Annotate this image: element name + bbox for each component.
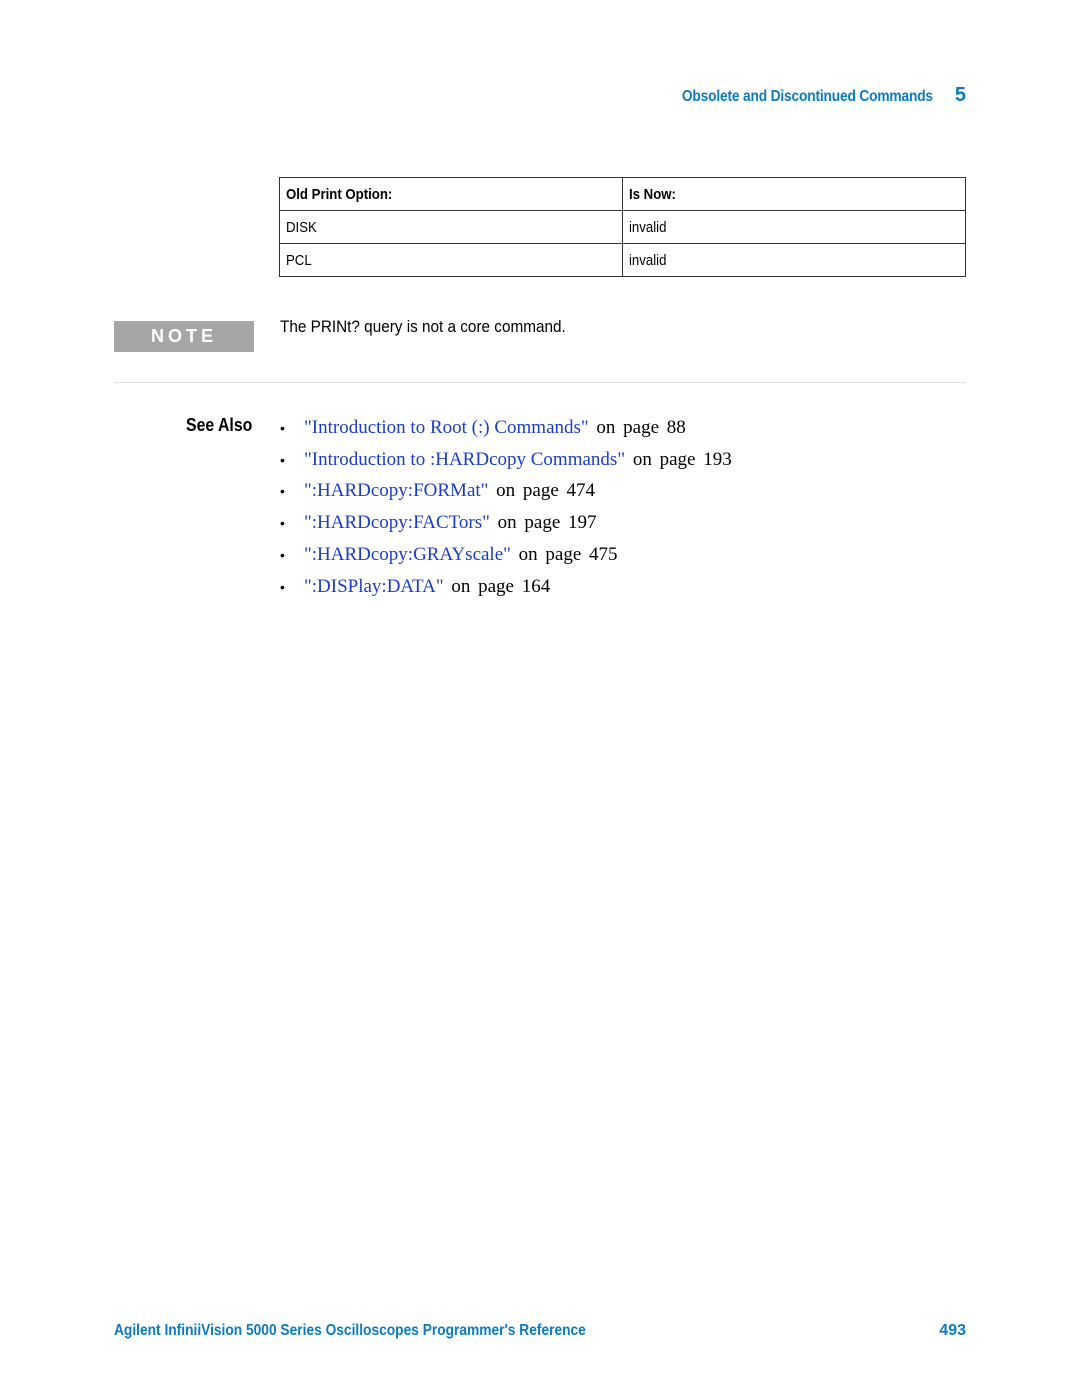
- see-also-link[interactable]: "Introduction to Root (:) Commands": [304, 417, 589, 439]
- see-also-list: • "Introduction to Root (:) Commands" on …: [280, 412, 732, 603]
- bullet-icon: •: [280, 483, 285, 500]
- page-reference: on page 193: [625, 448, 732, 470]
- list-item: • "Introduction to :HARDcopy Commands" on…: [280, 444, 732, 476]
- page-reference: on page 475: [510, 544, 618, 566]
- page-reference: on page 164: [443, 575, 551, 597]
- list-item: • ":HARDcopy:FORMat" on page 474: [280, 476, 732, 508]
- table-row: PCL invalid: [279, 243, 966, 277]
- page-number: 493: [939, 1322, 966, 1339]
- see-also-link[interactable]: "Introduction to :HARDcopy Commands": [304, 449, 625, 471]
- column-header: Is Now:: [622, 177, 966, 211]
- divider: [114, 382, 966, 383]
- bullet-icon: •: [280, 419, 285, 436]
- chapter-number: 5: [954, 84, 966, 106]
- see-also-link[interactable]: ":HARDcopy:FACTors": [304, 512, 490, 534]
- see-also-link[interactable]: ":HARDcopy:FORMat": [304, 480, 488, 502]
- column-header: Old Print Option:: [279, 177, 623, 211]
- list-item: • ":DISPlay:DATA" on page 164: [280, 571, 732, 603]
- page-reference: on page 197: [489, 512, 597, 534]
- table-cell: DISK: [279, 210, 623, 244]
- see-also-label: See Also: [186, 415, 253, 435]
- table-row: DISK invalid: [279, 210, 966, 244]
- bullet-icon: •: [280, 451, 285, 468]
- footer-title: Agilent InfiniiVision 5000 Series Oscill…: [114, 1322, 586, 1339]
- list-item: • ":HARDcopy:FACTors" on page 197: [280, 507, 732, 539]
- table-cell: PCL: [279, 243, 623, 277]
- list-item: • ":HARDcopy:GRAYscale" on page 475: [280, 539, 732, 571]
- page-reference: on page 88: [588, 416, 686, 438]
- bullet-icon: •: [280, 578, 285, 595]
- bullet-icon: •: [280, 515, 285, 532]
- page-reference: on page 474: [488, 480, 596, 502]
- section-title: Obsolete and Discontinued Commands: [681, 88, 933, 105]
- table-cell: invalid: [622, 243, 966, 277]
- note-text: The PRINt? query is not a core command.: [280, 317, 566, 336]
- see-also-link[interactable]: ":DISPlay:DATA": [304, 576, 444, 598]
- bullet-icon: •: [280, 547, 285, 564]
- table-cell: invalid: [622, 210, 966, 244]
- table-header-row: Old Print Option: Is Now:: [279, 177, 966, 211]
- page-footer: Agilent InfiniiVision 5000 Series Oscill…: [114, 1322, 966, 1340]
- list-item: • "Introduction to Root (:) Commands" on …: [280, 412, 732, 444]
- print-options-table: Old Print Option: Is Now: DISK invalid P…: [279, 177, 966, 277]
- running-header: Obsolete and Discontinued Commands 5: [641, 84, 966, 107]
- see-also-link[interactable]: ":HARDcopy:GRAYscale": [304, 544, 511, 566]
- note-badge: NOTE: [114, 321, 254, 352]
